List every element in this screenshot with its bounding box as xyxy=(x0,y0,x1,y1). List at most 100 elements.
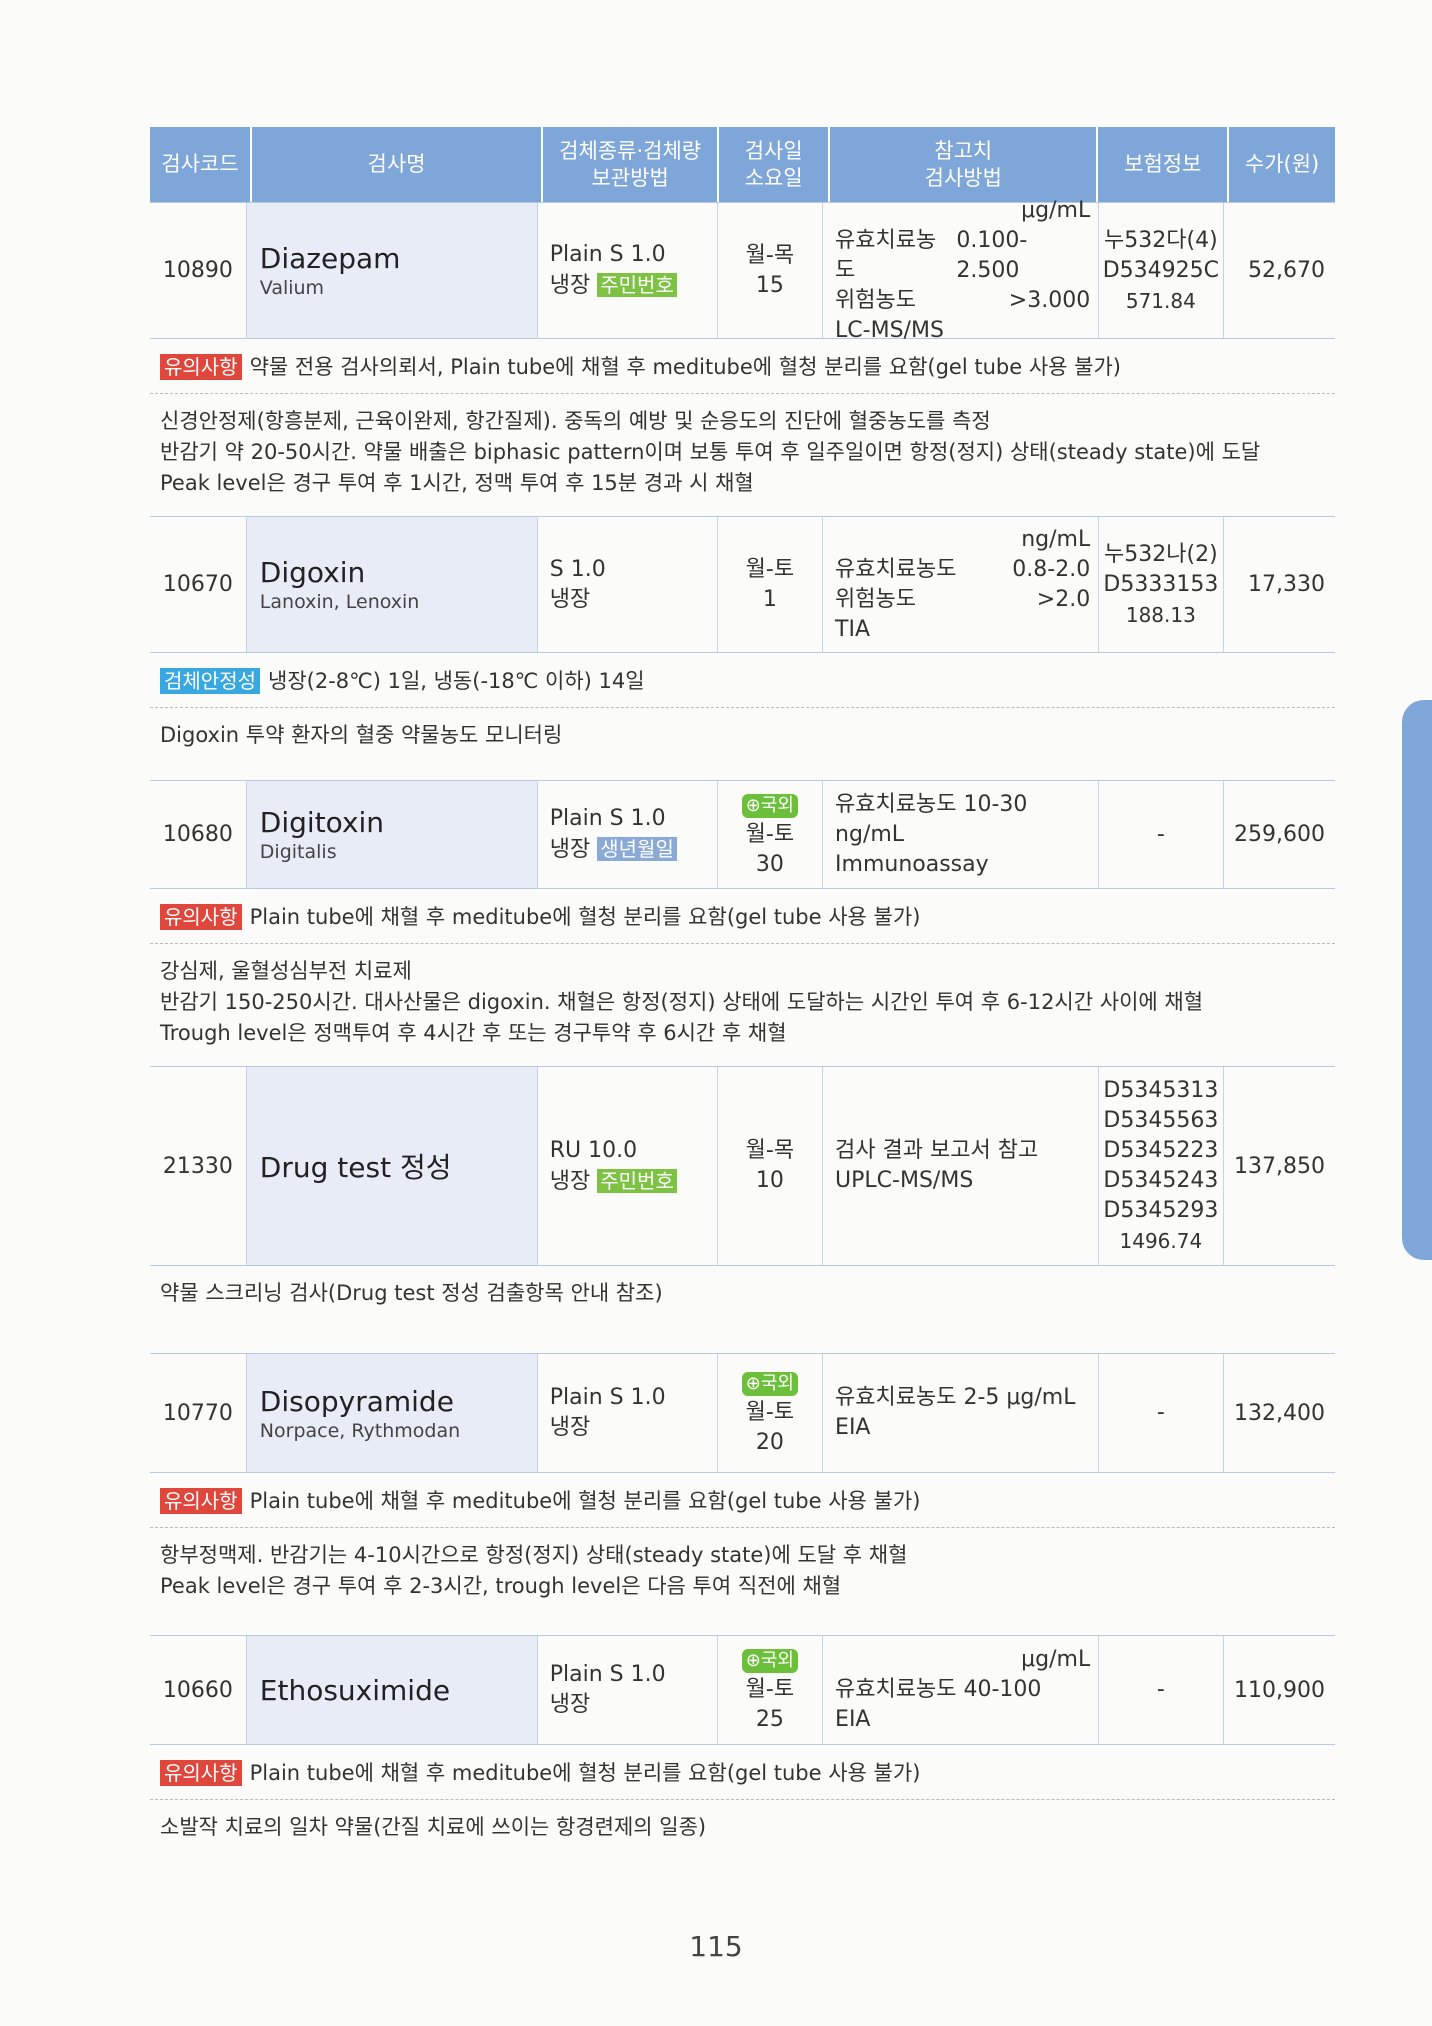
header-reference: 참고치 검사방법 xyxy=(830,127,1099,202)
globe-icon: ⊕ xyxy=(745,1650,761,1671)
test-code: 10890 xyxy=(150,203,247,338)
test-method: EIA xyxy=(835,1707,871,1732)
price: 110,900 xyxy=(1234,1677,1325,1703)
insurance: 누532다(4) D534925C 571.84 xyxy=(1099,203,1224,338)
specimen: Plain S 1.0 냉장 생년월일 xyxy=(538,781,718,888)
test-name: Ethosuximide xyxy=(246,1636,538,1744)
specimen-storage: 냉장 주민번호 xyxy=(550,270,717,301)
ref-row: 유효치료농도 40-100 xyxy=(835,1677,1042,1702)
specimen: Plain S 1.0 냉장 xyxy=(538,1354,718,1472)
test-name: Digitoxin Digitalis xyxy=(246,781,538,888)
test-code: 10670 xyxy=(150,517,247,652)
specimen-storage: 냉장 xyxy=(549,1415,591,1440)
test-name-sub: Norpace, Rythmodan xyxy=(259,1419,461,1442)
insurance: - xyxy=(1099,1354,1224,1472)
id-tag: 주민번호 xyxy=(597,1168,677,1193)
test-days: ⊕국외 월-토 25 xyxy=(718,1636,824,1744)
test-code: 10770 xyxy=(150,1354,247,1472)
test-days: 월-목 10 xyxy=(718,1067,824,1265)
specimen: Plain S 1.0 냉장 xyxy=(538,1636,718,1744)
turnaround-days: 1 xyxy=(762,586,777,612)
test-day-range: 월-토 xyxy=(745,556,795,582)
specimen-type: S 1.0 xyxy=(549,556,606,582)
specimen-storage: 냉장 xyxy=(549,1692,591,1717)
header-specimen: 검체종류·검체량 보관방법 xyxy=(543,127,720,202)
ref-row: 유효치료농도 2-5 μg/mL xyxy=(835,1385,1076,1410)
overseas-badge: ⊕국외 xyxy=(741,793,798,818)
specimen-storage: 냉장 주민번호 xyxy=(550,1166,717,1197)
ref-row: 위험농도 >3.000 xyxy=(835,287,1091,313)
turnaround-days: 25 xyxy=(755,1707,784,1732)
test-name-sub: Digitalis xyxy=(259,841,337,863)
stability-note: 검체안정성 냉장(2-8℃) 1일, 냉동(-18℃ 이하) 14일 xyxy=(150,653,1335,708)
ref-row: 위험농도 >2.0 xyxy=(835,586,1091,612)
specimen-type: RU 10.0 xyxy=(549,1137,638,1163)
test-day-range: 월-토 xyxy=(745,1677,795,1702)
table-row: 10890 Diazepam Valium Plain S 1.0 냉장 주민번… xyxy=(150,198,1335,343)
turnaround-days: 10 xyxy=(755,1168,784,1193)
birthdate-tag: 생년월일 xyxy=(597,837,677,861)
caution-tag: 유의사항 xyxy=(160,1488,242,1514)
test-name-main: Disopyramide xyxy=(259,1384,454,1418)
description: 항부정맥제. 반감기는 4-10시간으로 항정(정지) 상태(steady st… xyxy=(160,1543,908,1598)
caution-note: 유의사항 Plain tube에 채혈 후 meditube에 혈청 분리를 요함… xyxy=(150,889,1335,944)
specimen-type: Plain S 1.0 xyxy=(549,806,666,831)
test-name-main: Digoxin xyxy=(259,556,366,589)
test-day-range: 월-토 xyxy=(745,821,795,847)
overseas-badge: ⊕국외 xyxy=(741,1372,798,1396)
header-days: 검사일 소요일 xyxy=(719,127,831,202)
reference: 검사 결과 보고서 참고 UPLC-MS/MS xyxy=(823,1067,1100,1265)
test-code: 21330 xyxy=(150,1067,247,1265)
ref-row: 검사 결과 보고서 참고 xyxy=(835,1138,1039,1163)
turnaround-days: 20 xyxy=(755,1430,784,1455)
table-row: 10680 Digitoxin Digitalis Plain S 1.0 냉장… xyxy=(150,780,1335,889)
test-method: EIA xyxy=(835,1415,871,1440)
test-days: 월-목 15 xyxy=(718,203,824,338)
header-insurance: 보험정보 xyxy=(1098,127,1230,202)
price: 137,850 xyxy=(1234,1153,1325,1179)
ref-unit: μg/mL xyxy=(1021,197,1091,223)
specimen: RU 10.0 냉장 주민번호 xyxy=(538,1067,718,1265)
turnaround-days: 15 xyxy=(755,272,784,298)
specimen: S 1.0 냉장 xyxy=(538,517,718,652)
test-name-sub: Lanoxin, Lenoxin xyxy=(259,591,420,613)
test-day-range: 월-토 xyxy=(745,1400,795,1425)
page: 검사코드 검사명 검체종류·검체량 보관방법 검사일 소요일 참고치 검사방법 … xyxy=(150,127,1335,1843)
test-days: ⊕국외 월-토 20 xyxy=(718,1354,824,1472)
test-code: 10680 xyxy=(150,781,247,888)
caution-tag: 유의사항 xyxy=(160,354,242,380)
test-code: 10660 xyxy=(150,1636,247,1744)
price: 132,400 xyxy=(1234,1400,1325,1426)
insurance: D5345313 D5345563 D5345223 D5345243 D5345293… xyxy=(1099,1067,1224,1265)
caution-note: 유의사항 약물 전용 검사의뢰서, Plain tube에 채혈 후 meditu… xyxy=(150,339,1335,394)
ref-row: 유효치료농도 0.100-2.500 xyxy=(835,227,1028,283)
price: 259,600 xyxy=(1234,822,1325,847)
ref-unit: μg/mL xyxy=(1021,1647,1091,1672)
test-name: Diazepam Valium xyxy=(246,203,538,338)
test-name-main: Diazepam xyxy=(259,242,401,275)
test-name: Disopyramide Norpace, Rythmodan xyxy=(246,1354,538,1472)
header-price: 수가(원) xyxy=(1244,152,1320,176)
specimen: Plain S 1.0 냉장 주민번호 xyxy=(538,203,718,338)
test-name-main: Ethosuximide xyxy=(259,1673,451,1707)
side-tab xyxy=(1402,700,1432,1260)
specimen-type: Plain S 1.0 xyxy=(549,1385,666,1410)
test-name-main: Digitoxin xyxy=(259,806,385,839)
table-row: 10670 Digoxin Lanoxin, Lenoxin S 1.0 냉장 … xyxy=(150,516,1335,653)
ref-row: 유효치료농도 0.8-2.0 xyxy=(835,556,1091,582)
test-method: Immunoassay xyxy=(835,851,989,877)
price: 52,670 xyxy=(1248,258,1325,283)
id-tag: 주민번호 xyxy=(597,273,677,297)
table-row: 21330 Drug test 정성 RU 10.0 냉장 주민번호 월-목 10… xyxy=(150,1066,1335,1266)
test-name-sub: Valium xyxy=(259,277,325,299)
reference: ng/mL 유효치료농도 0.8-2.0 위험농도 >2.0 TIA xyxy=(823,517,1100,652)
reference: μg/mL 유효치료농도 40-100 EIA xyxy=(823,1636,1100,1744)
test-name: Digoxin Lanoxin, Lenoxin xyxy=(246,517,538,652)
caution-note: 유의사항 Plain tube에 채혈 후 meditube에 혈청 분리를 요함… xyxy=(150,1473,1335,1528)
test-method: TIA xyxy=(835,616,871,642)
globe-icon: ⊕ xyxy=(745,794,761,816)
page-number: 115 xyxy=(689,1930,743,1963)
turnaround-days: 30 xyxy=(755,851,784,877)
ref-unit: ng/mL xyxy=(1021,526,1091,552)
test-days: ⊕국외 월-토 30 xyxy=(718,781,824,888)
